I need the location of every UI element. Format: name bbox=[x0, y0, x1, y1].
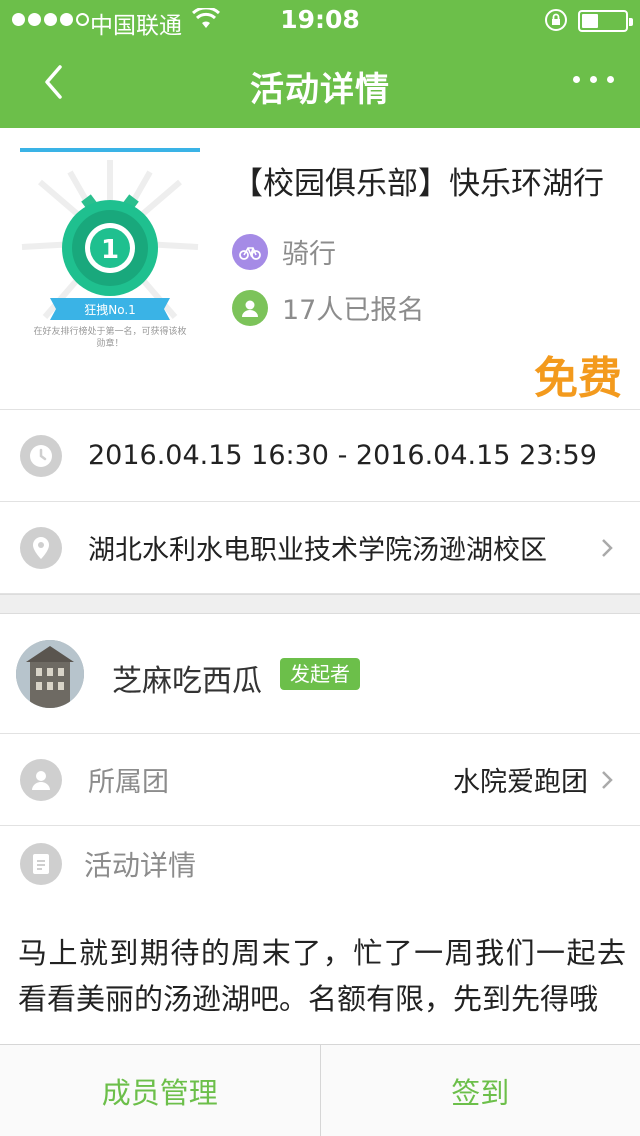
medal-badge-text: 狂拽No.1 bbox=[84, 303, 136, 317]
person-icon bbox=[232, 289, 268, 326]
activity-location: 湖北水利水电职业技术学院汤逊湖校区 bbox=[88, 535, 547, 566]
detail-header: 活动详情 bbox=[0, 826, 640, 900]
chevron-right-icon bbox=[602, 770, 613, 789]
signup-count: 17人已报名 bbox=[282, 295, 425, 326]
bottom-action-bar: 成员管理 签到 bbox=[0, 1044, 640, 1136]
clock-icon bbox=[20, 434, 62, 477]
checkin-button[interactable]: 签到 bbox=[319, 1045, 640, 1136]
page-title: 活动详情 bbox=[250, 70, 390, 110]
group-name: 水院爱跑团 bbox=[453, 767, 588, 798]
location-pin-icon bbox=[20, 526, 62, 569]
activity-category: 骑行 bbox=[232, 232, 336, 271]
activity-time: 2016.04.15 16:30 - 2016.04.15 23:59 bbox=[88, 440, 597, 471]
signup-info: 17人已报名 bbox=[232, 288, 424, 327]
chevron-right-icon bbox=[602, 538, 613, 557]
section-divider bbox=[0, 594, 640, 614]
rotation-lock-icon bbox=[544, 8, 568, 38]
bicycle-icon bbox=[232, 233, 268, 270]
activity-description: 马上就到期待的周末了，忙了一周我们一起去看看美丽的汤逊湖吧。名额有限，先到先得哦 bbox=[18, 936, 626, 1016]
category-label: 骑行 bbox=[282, 239, 336, 270]
organizer-badge: 发起者 bbox=[280, 658, 360, 690]
group-row[interactable]: 所属团 水院爱跑团 bbox=[0, 734, 640, 826]
organizer-name: 芝麻吃西瓜 bbox=[112, 664, 262, 699]
activity-location-row[interactable]: 湖北水利水电职业技术学院汤逊湖校区 bbox=[0, 502, 640, 594]
person-icon bbox=[20, 758, 62, 801]
status-bar: 中国联通 19:08 bbox=[0, 0, 640, 40]
more-options-button[interactable] bbox=[573, 76, 614, 83]
avatar[interactable] bbox=[16, 640, 84, 708]
group-label: 所属团 bbox=[88, 767, 169, 798]
activity-time-row: 2016.04.15 16:30 - 2016.04.15 23:59 bbox=[0, 410, 640, 502]
activity-poster[interactable]: 1 狂拽No.1 在好友排行榜处于第一名，可获得该枚勋章！ bbox=[20, 148, 200, 388]
poster-caption: 在好友排行榜处于第一名，可获得该枚勋章！ bbox=[33, 327, 187, 349]
detail-label: 活动详情 bbox=[84, 849, 197, 882]
member-management-button[interactable]: 成员管理 bbox=[0, 1045, 320, 1136]
battery-icon bbox=[578, 10, 633, 32]
medal-number: 1 bbox=[101, 235, 119, 265]
price-label: 免费 bbox=[534, 353, 622, 404]
organizer-row[interactable]: 芝麻吃西瓜 发起者 bbox=[0, 614, 640, 734]
activity-title: 【校园俱乐部】快乐环湖行 bbox=[232, 166, 604, 202]
header: 中国联通 19:08 活动详情 bbox=[0, 0, 640, 128]
activity-card: 1 狂拽No.1 在好友排行榜处于第一名，可获得该枚勋章！ 【校园俱乐部】快乐环… bbox=[0, 128, 640, 410]
medal-image: 1 狂拽No.1 bbox=[21, 160, 199, 320]
document-icon bbox=[20, 843, 62, 885]
